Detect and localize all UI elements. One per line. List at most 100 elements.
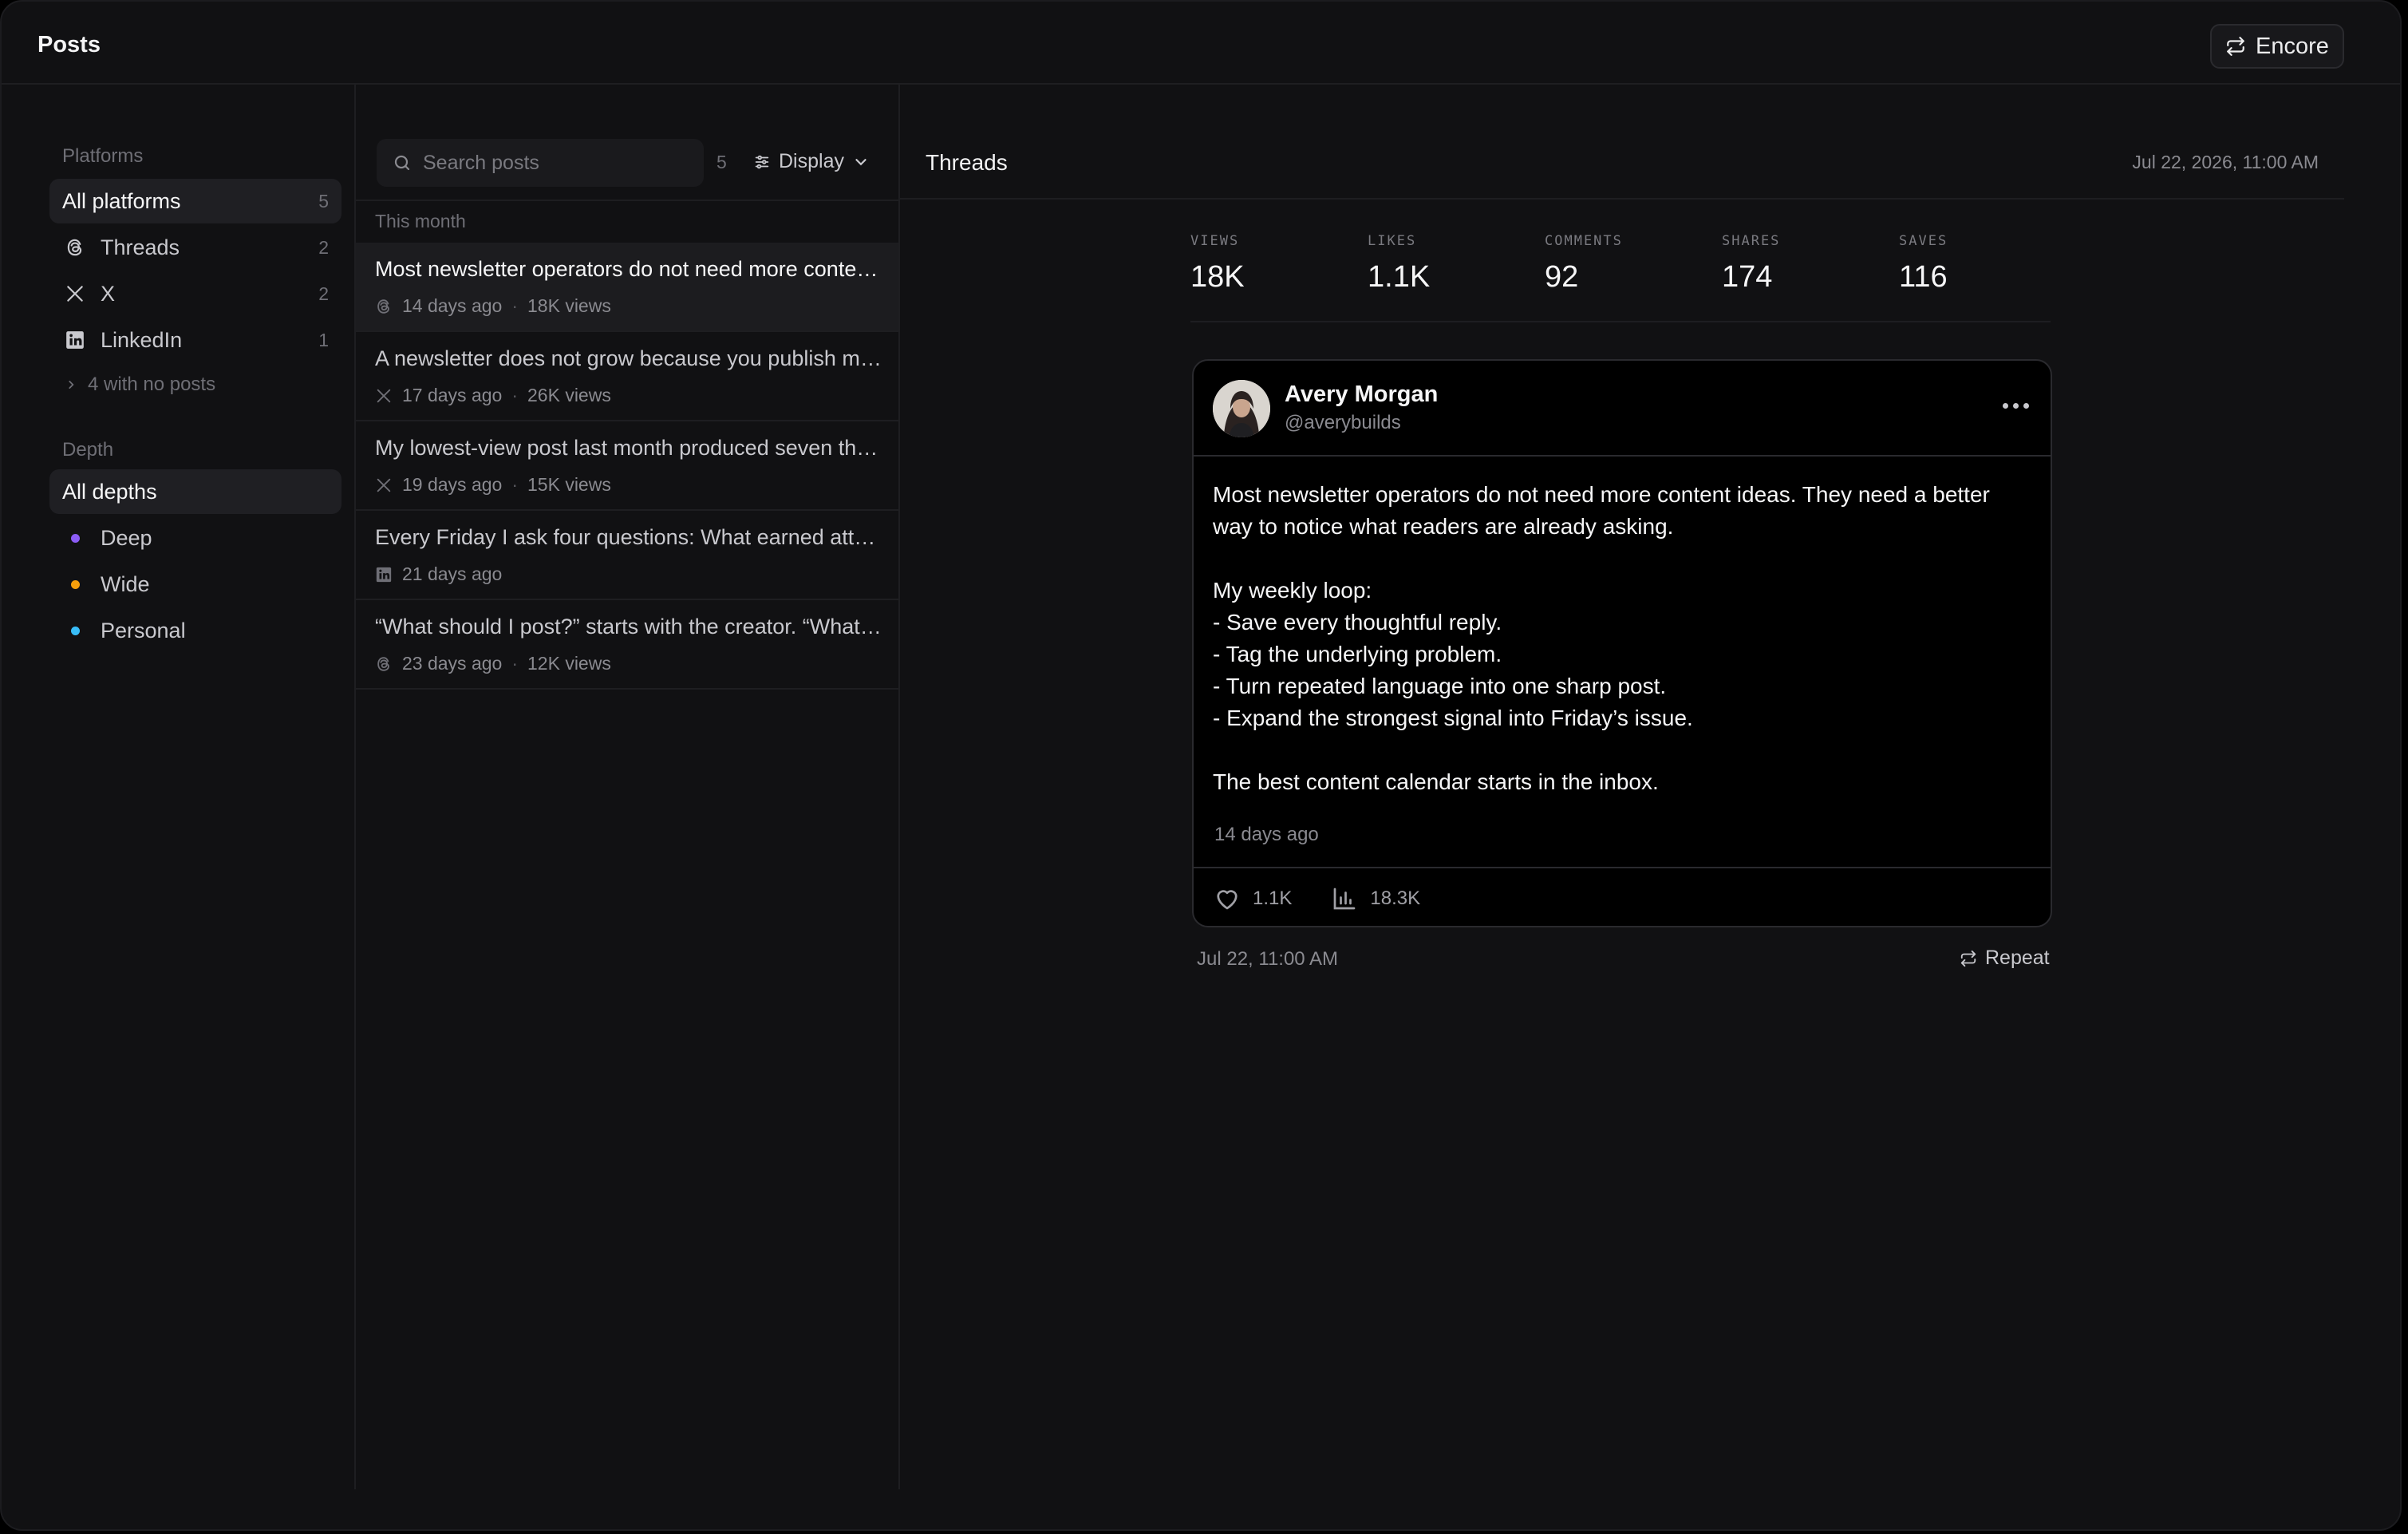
- stat-comments: COMMENTS 92: [1545, 233, 1623, 295]
- meta-separator: ·: [511, 385, 518, 405]
- post-body-line: - Save every thoughtful reply.: [1213, 610, 1502, 635]
- post-meta: 21 days ago: [375, 563, 502, 585]
- meta-separator: ·: [511, 653, 518, 674]
- detail-header: Threads Jul 22, 2026, 11:00 AM: [900, 85, 2344, 200]
- app-window: Posts Encore Platforms All platforms 5 T…: [0, 0, 2402, 1531]
- post-age: 19 days ago: [402, 474, 503, 495]
- stat-value: 92: [1545, 260, 1579, 294]
- post-views: 12K views: [527, 653, 611, 674]
- linkedin-icon: [64, 329, 86, 351]
- post-meta: 14 days ago · 18K views: [375, 295, 611, 317]
- linkedin-icon: [376, 567, 392, 582]
- threads-icon: [64, 236, 86, 259]
- post-meta: 17 days ago · 26K views: [375, 385, 611, 406]
- sidebar-item-label: LinkedIn: [101, 327, 183, 352]
- x-icon: [377, 389, 391, 402]
- repeat-button[interactable]: Repeat: [1960, 947, 2050, 970]
- post-title: My lowest-view post last month produced …: [375, 436, 882, 460]
- stat-key: VIEWS: [1190, 233, 1240, 249]
- search-input[interactable]: Search posts: [377, 139, 704, 187]
- post-body-line: My weekly loop:: [1213, 578, 1372, 603]
- stat-saves: SAVES 116: [1899, 233, 1948, 295]
- list-item[interactable]: Every Friday I ask four questions: What …: [356, 511, 898, 600]
- list-item[interactable]: Most newsletter operators do not need mo…: [356, 243, 898, 332]
- post-age: 23 days ago: [402, 653, 503, 674]
- views-insights-button[interactable]: 18.3K: [1330, 884, 1420, 913]
- sidebar-item-all-platforms[interactable]: All platforms 5: [49, 179, 341, 223]
- stat-views: VIEWS 18K: [1190, 233, 1245, 295]
- sidebar-item-all-depths[interactable]: All depths: [49, 469, 341, 514]
- sidebar-item-threads[interactable]: Threads 2: [49, 225, 341, 270]
- meta-separator: ·: [511, 474, 518, 495]
- sidebar-item-count: 5: [318, 190, 329, 212]
- filter-sidebar: Platforms All platforms 5 Threads 2 X 2 …: [2, 85, 356, 1489]
- post-body-line: [1213, 543, 2035, 575]
- encore-label: Encore: [2256, 33, 2329, 59]
- views-count: 18.3K: [1370, 888, 1421, 909]
- chevron-down-icon: [855, 158, 866, 165]
- sidebar-item-label: All platforms: [62, 188, 181, 213]
- sidebar-item-label: Threads: [101, 235, 180, 259]
- post-title: A newsletter does not grow because you p…: [375, 346, 882, 370]
- stat-value: 18K: [1190, 260, 1245, 294]
- stat-value: 174: [1722, 260, 1773, 294]
- results-count: 5: [716, 152, 727, 172]
- post-body-line: The best content calendar starts in the …: [1213, 769, 1659, 794]
- stats-row: VIEWS 18K LIKES 1.1K COMMENTS 92 SHARES …: [1190, 233, 2051, 322]
- list-item[interactable]: A newsletter does not grow because you p…: [356, 332, 898, 421]
- post-views: 18K views: [527, 295, 611, 316]
- post-age: 17 days ago: [402, 385, 503, 405]
- stat-key: SHARES: [1722, 233, 1781, 249]
- threads-icon: [377, 656, 389, 671]
- post-views: 26K views: [527, 385, 611, 405]
- list-divider: [356, 200, 898, 201]
- list-item[interactable]: My lowest-view post last month produced …: [356, 421, 898, 511]
- sidebar-item-linkedin[interactable]: LinkedIn 1: [49, 318, 341, 362]
- detail-date: Jul 22, 2026, 11:00 AM: [2132, 152, 2319, 172]
- stat-value: 1.1K: [1368, 260, 1431, 294]
- page-title: Posts: [38, 32, 101, 57]
- likes-count: 1.1K: [1253, 888, 1293, 909]
- wide-dot-icon: [64, 573, 86, 595]
- post-body-line: way to notice what readers are already a…: [1213, 514, 1674, 539]
- x-icon: [377, 478, 391, 492]
- sidebar-item-deep[interactable]: Deep: [49, 516, 341, 560]
- stat-key: LIKES: [1368, 233, 1417, 249]
- sidebar-item-personal[interactable]: Personal: [49, 608, 341, 653]
- detail-platform: Threads: [926, 150, 1008, 175]
- encore-button[interactable]: Encore: [2210, 24, 2344, 69]
- post-body-line: - Turn repeated language into one sharp …: [1213, 674, 1667, 698]
- more-options-icon[interactable]: [1999, 397, 2031, 413]
- posts-list-column: Search posts 5 Display This month Most n…: [356, 85, 900, 1489]
- card-actions: 1.1K 18.3K: [1213, 884, 1420, 913]
- author-name: Avery Morgan: [1285, 382, 1439, 407]
- sidebar-item-count: 2: [318, 283, 329, 304]
- list-item[interactable]: “What should I post?” starts with the cr…: [356, 600, 898, 690]
- sidebar-item-label: All depths: [62, 479, 157, 504]
- sidebar-item-count: 2: [318, 236, 329, 258]
- post-detail-panel: Threads Jul 22, 2026, 11:00 AM VIEWS 18K…: [900, 85, 2344, 1489]
- card-divider: [1194, 867, 2051, 868]
- sliders-icon: [755, 155, 769, 168]
- chevron-right-icon: [69, 381, 74, 389]
- sidebar-item-count: 1: [318, 329, 329, 350]
- meta-separator: ·: [511, 295, 518, 316]
- sidebar-item-wide[interactable]: Wide: [49, 562, 341, 607]
- show-empty-platforms-toggle[interactable]: 4 with no posts: [65, 374, 215, 396]
- display-options-button[interactable]: Display: [753, 150, 870, 173]
- stat-likes: LIKES 1.1K: [1368, 233, 1430, 295]
- post-title: “What should I post?” starts with the cr…: [375, 615, 882, 639]
- repeat-icon: [2227, 37, 2244, 56]
- post-meta: 23 days ago · 12K views: [375, 653, 611, 674]
- post-body-line: - Tag the underlying problem.: [1213, 642, 1502, 666]
- post-age: 21 days ago: [402, 563, 503, 584]
- heart-icon: [1217, 890, 1238, 910]
- post-body-line: - Expand the strongest signal into Frida…: [1213, 706, 1693, 730]
- sidebar-item-x[interactable]: X 2: [49, 271, 341, 316]
- avatar: [1213, 380, 1270, 437]
- depth-label: Depth: [62, 439, 114, 461]
- empty-platforms-label: 4 with no posts: [88, 374, 216, 395]
- post-body-line: Most newsletter operators do not need mo…: [1213, 482, 1990, 507]
- like-button[interactable]: 1.1K: [1213, 884, 1292, 913]
- stat-shares: SHARES 174: [1722, 233, 1780, 295]
